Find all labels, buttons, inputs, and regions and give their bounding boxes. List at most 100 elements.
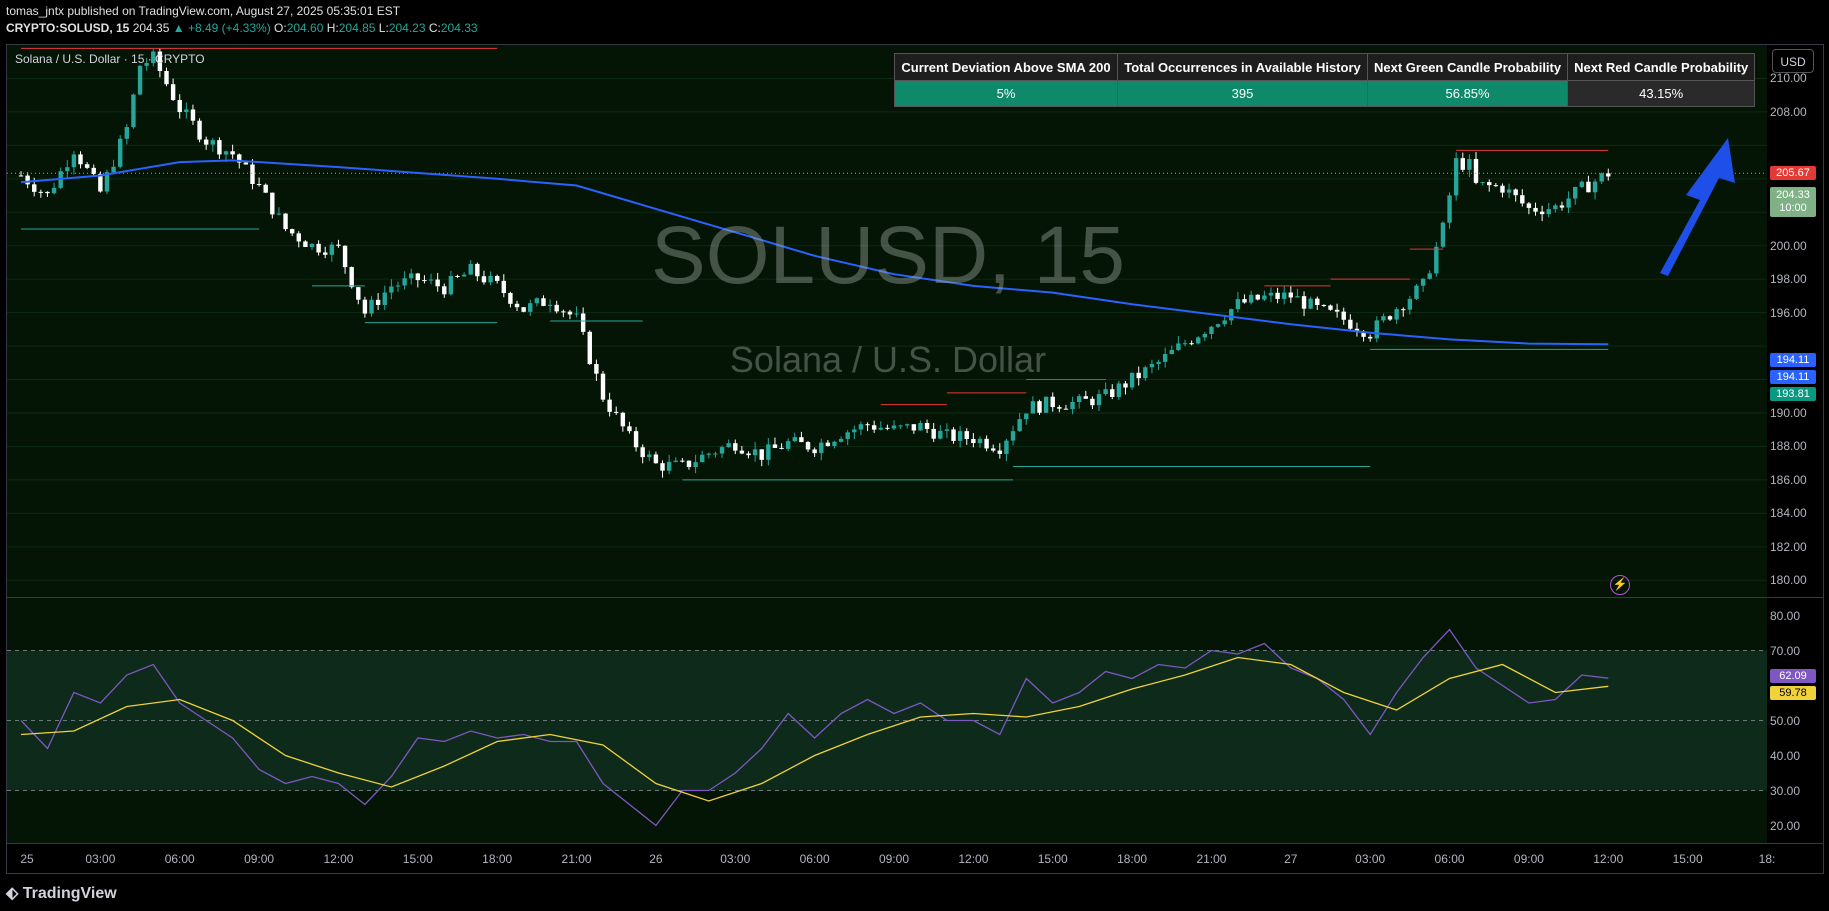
candle-body [984, 438, 989, 449]
tradingview-logo[interactable]: ⬖ TradingView [6, 883, 117, 903]
candle-body [957, 431, 963, 441]
time-axis-divider [7, 843, 1823, 844]
candle-body [845, 432, 850, 439]
candle-body [620, 412, 626, 427]
close-label: C: [428, 21, 441, 35]
candle-body [1275, 292, 1280, 299]
candle-body [1367, 336, 1373, 339]
rsi-tick: 20.00 [1770, 818, 1801, 833]
stats-value-green-prob: 56.85% [1366, 80, 1569, 107]
candle-body [1526, 203, 1532, 208]
candle-body [799, 437, 804, 443]
candle-body [792, 437, 797, 442]
candle-body [395, 285, 401, 287]
price-tick: 210.00 [1770, 71, 1807, 86]
candle-body [263, 184, 268, 193]
candle-body [428, 279, 434, 281]
flash-icon[interactable]: ⚡ [1610, 575, 1630, 595]
candle-body [812, 449, 817, 454]
price-pane[interactable] [7, 45, 1767, 597]
candle-body [409, 273, 414, 279]
candle-body [1076, 396, 1082, 403]
low-value: 204.23 [388, 21, 426, 35]
candle-body [329, 244, 335, 255]
candle-body [1553, 205, 1558, 210]
candle-body [184, 109, 189, 113]
last-price-value: 204.33 [1776, 189, 1810, 201]
candle-body [349, 267, 354, 288]
candle-body [217, 140, 222, 155]
time-tick: 09:00 [244, 852, 275, 866]
candle-body [1381, 316, 1386, 321]
candle-body [170, 84, 176, 100]
candle-body [1427, 273, 1432, 279]
candle-body [1024, 413, 1029, 420]
candle-body [653, 454, 659, 464]
candle-body [382, 292, 387, 305]
price-tick: 200.00 [1770, 238, 1807, 253]
candle-body [190, 109, 196, 121]
stats-header: Current Deviation Above SMA 200 [894, 53, 1118, 81]
candle-body [693, 462, 698, 468]
candle-body [131, 94, 136, 128]
rsi-pane[interactable] [7, 598, 1767, 843]
candle-body [905, 424, 910, 426]
price-change: ▲ +8.49 (+4.33%) [172, 21, 271, 35]
candle-body [448, 275, 454, 295]
candle-body [468, 263, 473, 275]
candle-body [494, 275, 500, 281]
price-tick: 188.00 [1770, 439, 1807, 454]
candle-body [501, 280, 506, 293]
candle-body [666, 461, 672, 471]
candle-body [369, 299, 374, 314]
candle-body [422, 280, 427, 282]
candle-body [1189, 343, 1194, 345]
candle-body [865, 424, 870, 426]
candle-body [250, 164, 255, 185]
candle-body [805, 442, 811, 450]
candle-body [124, 127, 130, 139]
candle-body [1453, 158, 1459, 196]
candle-body [971, 438, 976, 444]
candle-body [455, 275, 460, 277]
candle-body [1110, 389, 1115, 397]
candle-body [210, 140, 215, 145]
candle-body [825, 442, 831, 446]
candle-body [1176, 343, 1181, 350]
time-tick: 03:00 [720, 852, 751, 866]
time-tick: 15:00 [1037, 852, 1068, 866]
stats-header: Total Occurrences in Available History [1117, 53, 1368, 81]
candle-body [1169, 349, 1174, 355]
candle-body [1599, 173, 1604, 182]
pane-divider[interactable] [7, 597, 1823, 598]
candle-body [1235, 299, 1241, 310]
candle-body [1004, 440, 1009, 454]
candle-body [1520, 195, 1525, 204]
logo-mark-icon: ⬖ [6, 885, 23, 902]
candle-body [554, 304, 559, 312]
candle-body [918, 422, 923, 431]
candle-body [951, 429, 956, 441]
candle-body [362, 299, 368, 314]
price-chart-svg [7, 47, 1767, 581]
candle-body [1215, 324, 1221, 327]
candle-body [680, 460, 685, 462]
candle-body [1321, 304, 1327, 306]
candle-body [1248, 294, 1254, 303]
candle-body [1129, 372, 1135, 388]
candle-body [1222, 320, 1227, 325]
time-tick: 15:00 [1672, 852, 1703, 866]
symbol-name: CRYPTO:SOLUSD, 15 [6, 21, 130, 35]
high-value: 204.85 [338, 21, 376, 35]
rsi-tick: 70.00 [1770, 643, 1801, 658]
high-price-tag: 205.67 [1770, 166, 1816, 180]
time-tick: 06:00 [164, 852, 195, 866]
time-tick: 18:00 [1117, 852, 1148, 866]
candle-body [574, 313, 579, 315]
time-tick: 21:00 [561, 852, 592, 866]
candle-body [1209, 326, 1214, 334]
candle-body [270, 192, 275, 215]
time-tick: 09:00 [1513, 852, 1544, 866]
currency-button[interactable]: USD [1772, 49, 1814, 73]
candle-body [1057, 407, 1062, 409]
